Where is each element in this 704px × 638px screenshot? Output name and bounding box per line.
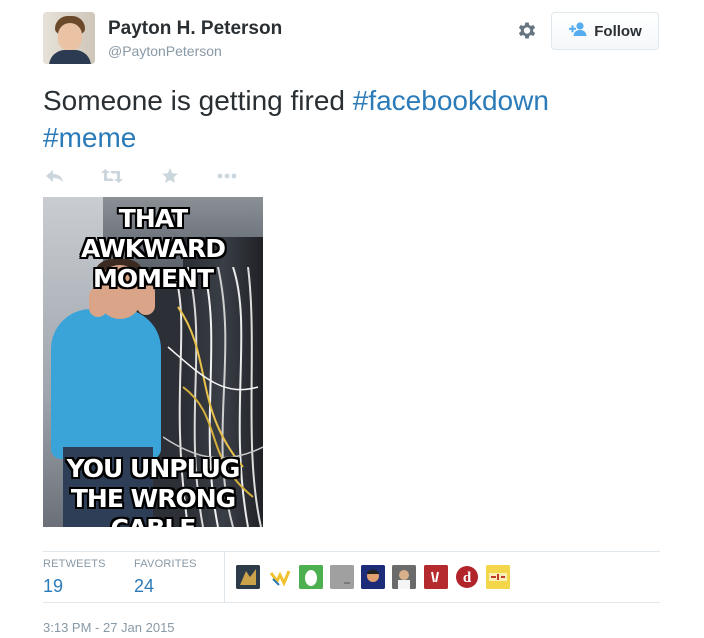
add-user-icon	[568, 21, 588, 42]
favorites-stat[interactable]: FAVORITES 24	[134, 558, 197, 597]
follow-button[interactable]: Follow	[551, 12, 659, 50]
divider	[43, 602, 660, 603]
retweet-icon[interactable]	[100, 166, 124, 186]
user-handle[interactable]: @PaytonPeterson	[108, 43, 222, 59]
tweet-stats: RETWEETS 19 FAVORITES 24 d	[43, 552, 660, 602]
gear-icon[interactable]	[515, 19, 539, 43]
tweet: Payton H. Peterson @PaytonPeterson Follo…	[0, 0, 704, 638]
favoriter-avatar[interactable]: d	[455, 565, 479, 589]
favoriter-avatar[interactable]	[486, 565, 510, 589]
avatar[interactable]	[43, 12, 95, 64]
favorites-label: FAVORITES	[134, 558, 197, 570]
tweet-image[interactable]: THAT AWKWARD MOMENT YOU UNPLUG THE WRONG…	[43, 197, 263, 527]
favoriter-avatar[interactable]	[424, 565, 448, 589]
tweet-text-body: Someone is getting fired	[43, 85, 353, 116]
favoriter-avatar[interactable]	[236, 565, 260, 589]
star-icon[interactable]	[158, 166, 182, 186]
retweets-label: RETWEETS	[43, 558, 106, 570]
favoriter-avatar[interactable]	[392, 565, 416, 589]
hashtag-link[interactable]: #facebookdown	[353, 85, 549, 116]
retweets-stat[interactable]: RETWEETS 19	[43, 558, 106, 597]
svg-text:d: d	[463, 570, 472, 586]
user-name[interactable]: Payton H. Peterson	[108, 18, 282, 40]
reply-icon[interactable]	[43, 166, 67, 186]
retweets-count[interactable]: 19	[43, 576, 106, 597]
tweet-timestamp[interactable]: 3:13 PM - 27 Jan 2015	[43, 620, 175, 635]
tweet-text: Someone is getting fired #facebookdown #…	[43, 82, 663, 156]
meme-top-text: THAT AWKWARD MOMENT	[81, 204, 226, 293]
favoriter-avatar[interactable]	[361, 565, 385, 589]
favoriter-avatar[interactable]	[299, 565, 323, 589]
more-icon[interactable]	[215, 166, 239, 186]
meme-bottom-text: YOU UNPLUG THE WRONG CABLE	[66, 454, 241, 527]
hashtag-link[interactable]: #meme	[43, 122, 136, 153]
stats-separator	[224, 552, 225, 602]
favoriter-avatar[interactable]	[268, 565, 292, 589]
follow-button-label: Follow	[594, 22, 642, 40]
favoriter-avatar[interactable]	[330, 565, 354, 589]
favorites-count[interactable]: 24	[134, 576, 197, 597]
